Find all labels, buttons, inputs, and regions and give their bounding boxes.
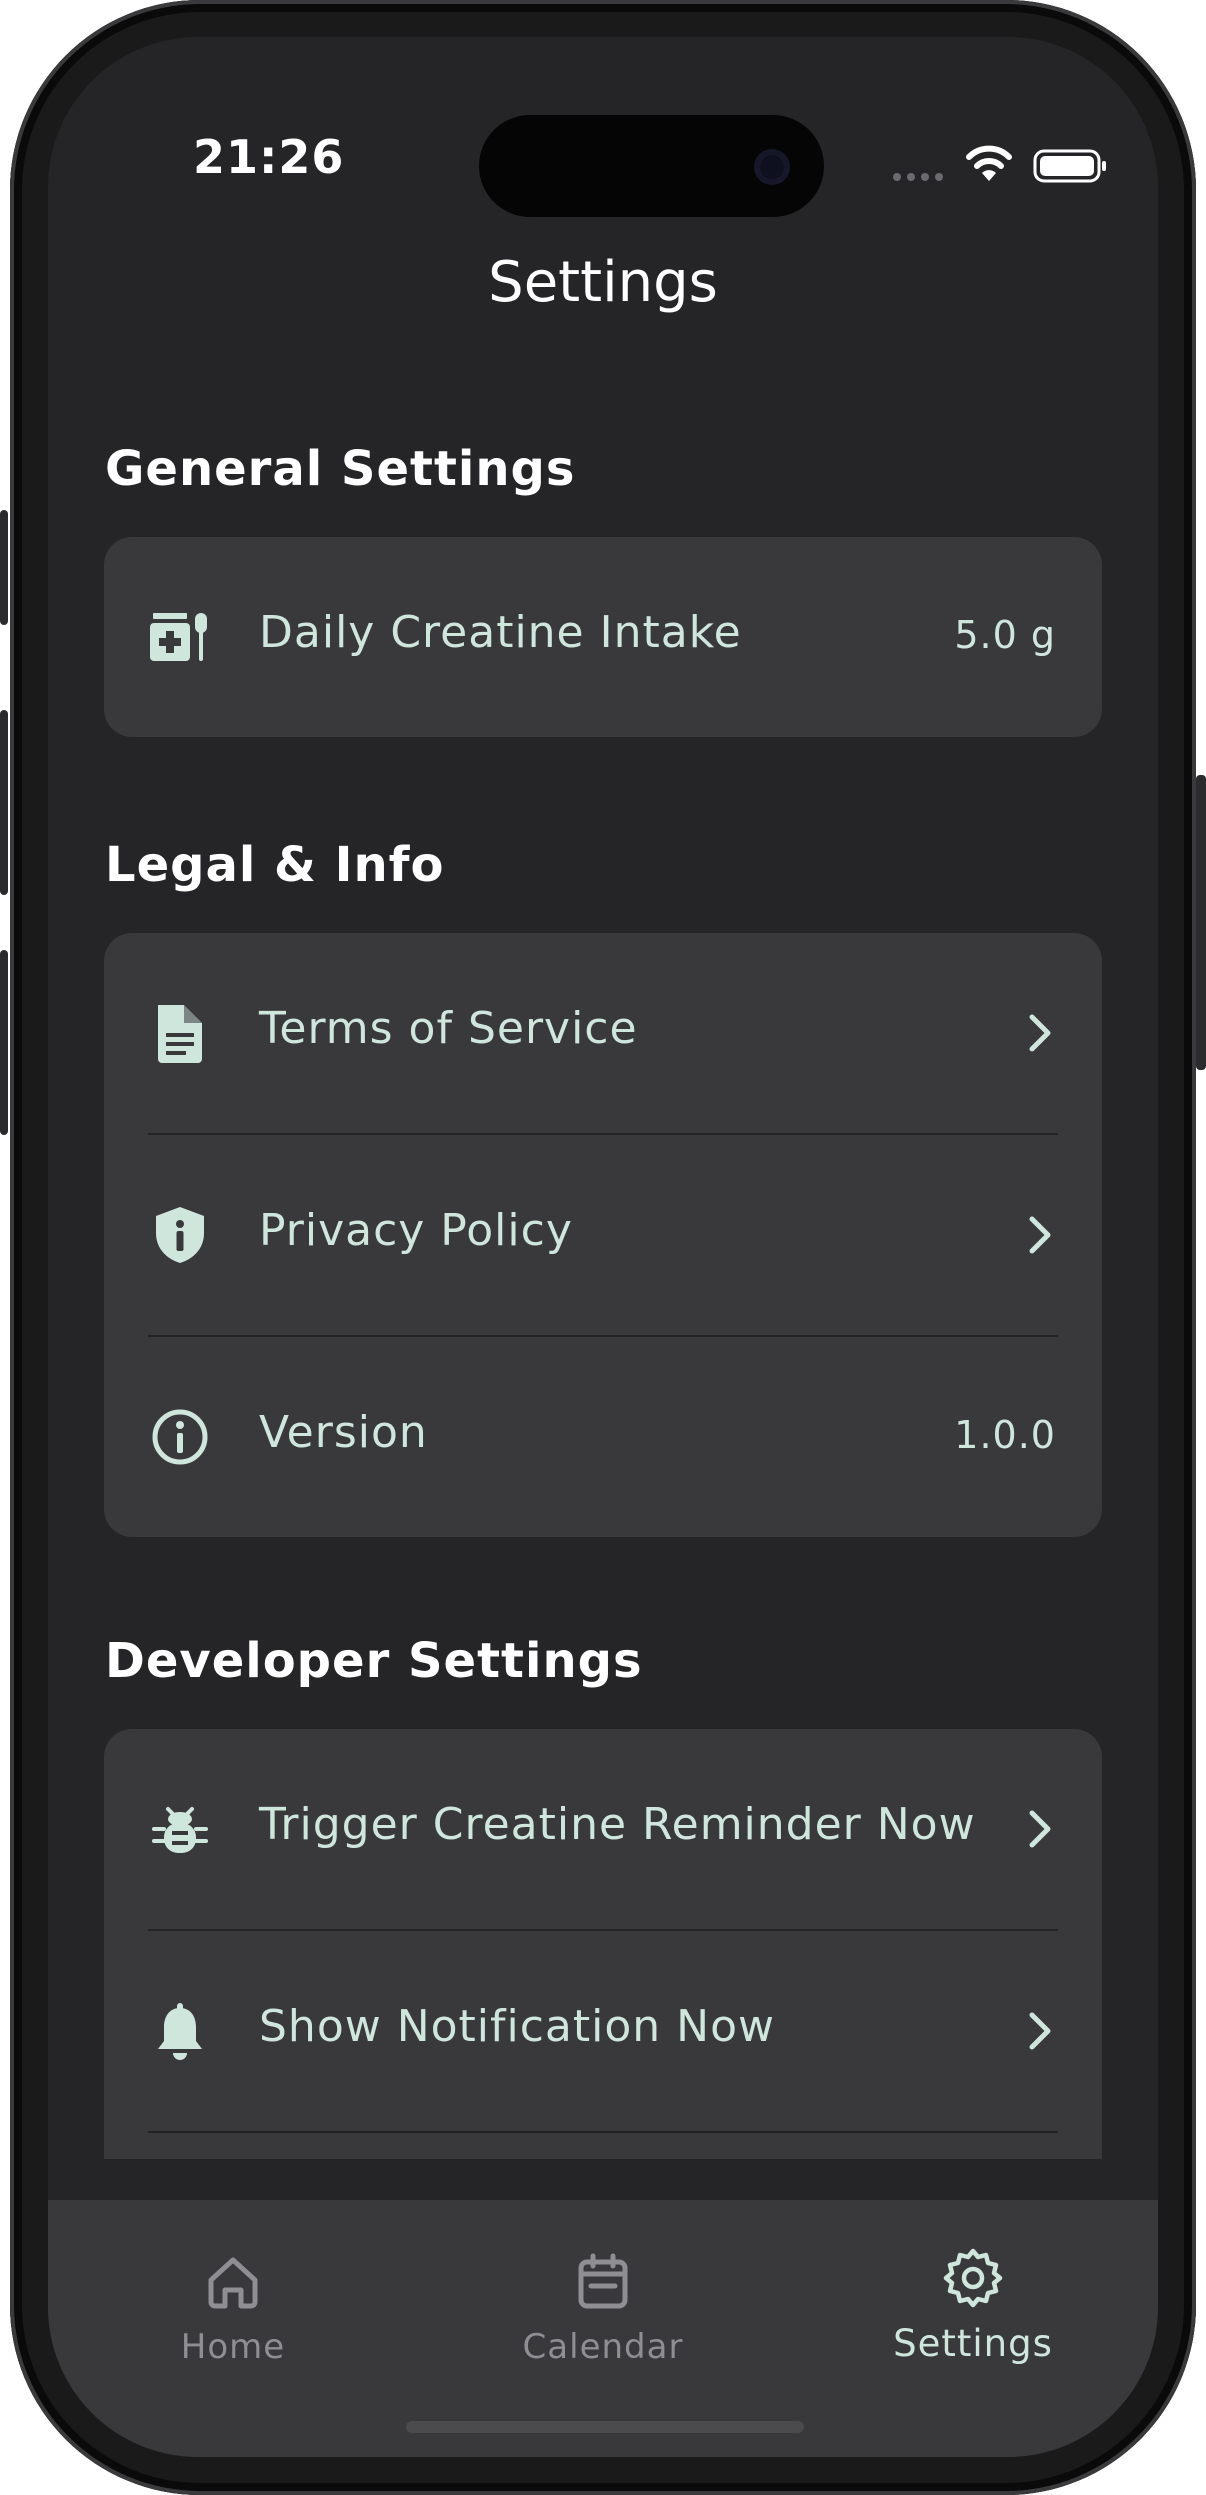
tab-settings-label: Settings	[893, 2322, 1053, 2365]
camera-icon	[754, 149, 790, 185]
gear-icon	[943, 2248, 1003, 2308]
show-notification-row[interactable]: Show Notification Now	[104, 1931, 1102, 2131]
privacy-policy-row[interactable]: Privacy Policy	[104, 1135, 1102, 1335]
wifi-icon	[966, 145, 1012, 181]
document-icon	[158, 1005, 202, 1063]
tab-calendar-label: Calendar	[522, 2327, 684, 2367]
status-indicators	[893, 145, 1113, 185]
tab-settings[interactable]: Settings	[823, 2200, 1123, 2380]
battery-icon	[1033, 149, 1106, 183]
home-indicator	[406, 2421, 804, 2433]
cellular-signal-icon	[893, 173, 943, 181]
trigger-reminder-row[interactable]: Trigger Creatine Reminder Now	[104, 1729, 1102, 1929]
chevron-right-icon	[1029, 1216, 1051, 1254]
info-icon	[152, 1409, 208, 1465]
daily-creatine-intake-value: 5.0 g	[954, 613, 1056, 657]
shield-icon	[156, 1207, 204, 1263]
side-button-volume-up	[0, 710, 8, 895]
side-button-power	[1196, 775, 1206, 1070]
bug-icon	[152, 1807, 208, 1853]
tab-home[interactable]: Home	[83, 2200, 383, 2380]
screen: 21:26 Settings General Settings Daily Cr…	[48, 37, 1158, 2457]
terms-of-service-label: Terms of Service	[259, 1003, 638, 1054]
side-button-volume-down	[0, 950, 8, 1135]
status-time: 21:26	[193, 130, 345, 184]
chevron-right-icon	[1029, 2012, 1051, 2050]
privacy-policy-label: Privacy Policy	[259, 1205, 573, 1256]
legal-info-card: Terms of Service Privacy Policy Version …	[104, 933, 1102, 1537]
side-button-action	[0, 510, 8, 625]
chevron-right-icon	[1029, 1810, 1051, 1848]
daily-creatine-intake-row[interactable]: Daily Creatine Intake 5.0 g	[104, 537, 1102, 737]
developer-settings-card: Trigger Creatine Reminder Now Show Notif…	[104, 1729, 1102, 2159]
supplement-icon	[150, 613, 207, 661]
calendar-icon	[578, 2253, 628, 2309]
divider	[148, 2131, 1058, 2133]
terms-of-service-row[interactable]: Terms of Service	[104, 933, 1102, 1133]
tab-calendar[interactable]: Calendar	[453, 2200, 753, 2380]
section-title-developer: Developer Settings	[105, 1633, 643, 1689]
show-notification-label: Show Notification Now	[259, 2001, 775, 2052]
bell-icon	[158, 2003, 202, 2060]
version-row: Version 1.0.0	[104, 1337, 1102, 1537]
tab-bar: Home Calendar Settings	[48, 2200, 1158, 2457]
section-title-general: General Settings	[105, 441, 576, 497]
tab-home-label: Home	[180, 2327, 286, 2367]
trigger-reminder-label: Trigger Creatine Reminder Now	[259, 1799, 976, 1850]
version-label: Version	[259, 1407, 428, 1458]
chevron-right-icon	[1029, 1014, 1051, 1052]
daily-creatine-intake-label: Daily Creatine Intake	[259, 607, 742, 658]
version-value: 1.0.0	[954, 1413, 1056, 1457]
page-title: Settings	[488, 250, 718, 315]
section-title-legal: Legal & Info	[105, 837, 445, 893]
general-settings-card: Daily Creatine Intake 5.0 g	[104, 537, 1102, 737]
home-icon	[208, 2257, 258, 2309]
